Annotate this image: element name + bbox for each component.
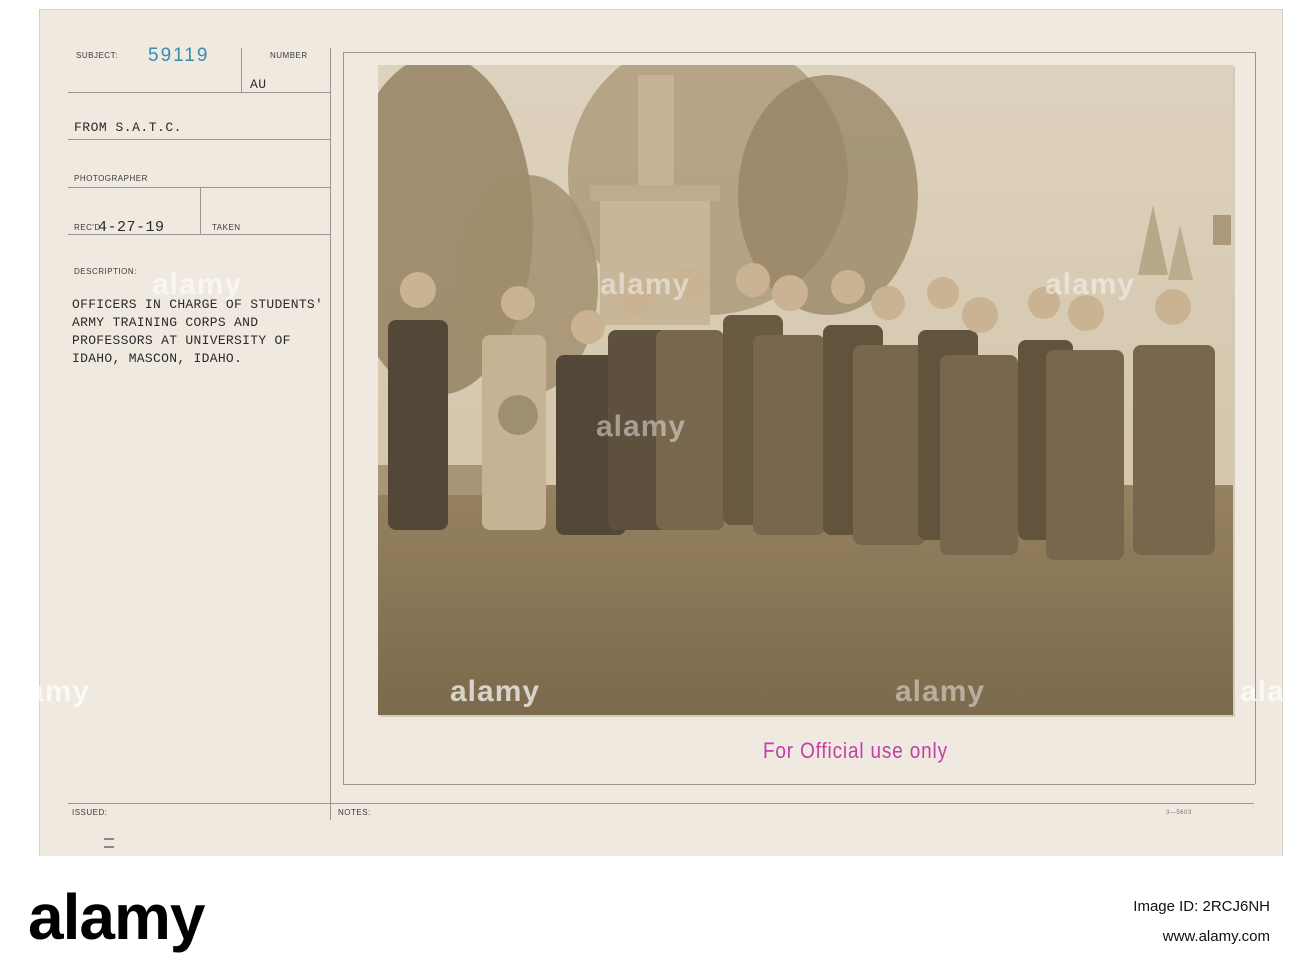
photo-frame-left: [343, 52, 344, 784]
form-code: 3—5603: [1166, 810, 1192, 816]
image-id: Image ID: 2RCJ6NH: [1133, 898, 1270, 915]
divider-number: [241, 48, 242, 92]
alamy-logo: alamy: [28, 881, 205, 953]
divider-left-panel: [330, 48, 331, 820]
description-text: OFFICERS IN CHARGE OF STUDENTS' ARMY TRA…: [72, 296, 323, 368]
watermark-center: alamy: [596, 410, 687, 443]
number-label: NUMBER: [270, 51, 308, 60]
divider-photographer: [68, 187, 330, 188]
divider-subject: [68, 92, 330, 93]
photo-frame-bottom: [343, 784, 1255, 785]
au-code: AU: [250, 77, 267, 92]
notes-label: NOTES:: [338, 808, 371, 817]
official-use-stamp: For Official use only: [763, 738, 948, 763]
group-photograph: [378, 65, 1233, 715]
issued-mark: [104, 838, 114, 848]
taken-label: TAKEN: [212, 223, 241, 232]
site-url: www.alamy.com: [1162, 928, 1270, 945]
description-line: IDAHO, MASCON, IDAHO.: [72, 351, 243, 366]
from-line: FROM S.A.T.C.: [74, 120, 182, 135]
divider-from: [68, 139, 330, 140]
divider-taken: [200, 188, 201, 234]
watermark-bottom-center: alamy: [895, 675, 986, 708]
description-line: PROFESSORS AT UNIVERSITY OF: [72, 333, 291, 348]
description-label: DESCRIPTION:: [74, 267, 137, 276]
watermark-left: alamy: [152, 268, 243, 301]
watermark-bottom-left: alamy: [0, 675, 91, 708]
watermark-bottom-mid: alamy: [450, 675, 541, 708]
watermark-bottom-right: alamy: [1240, 675, 1300, 708]
watermark-right: alamy: [1045, 268, 1136, 301]
subject-label: SUBJECT:: [76, 51, 118, 60]
divider-bottom: [68, 803, 1254, 804]
recd-label: REC'D: [74, 223, 101, 232]
description-line: ARMY TRAINING CORPS AND: [72, 315, 259, 330]
photograph-scene: [378, 65, 1233, 715]
photographer-label: PHOTOGRAPHER: [74, 174, 148, 183]
recd-date: 4-27-19: [98, 219, 165, 236]
watermark-center-top: alamy: [600, 268, 691, 301]
photo-frame-top: [343, 52, 1255, 53]
issued-label: ISSUED:: [72, 808, 108, 817]
subject-number: 59119: [148, 45, 210, 66]
